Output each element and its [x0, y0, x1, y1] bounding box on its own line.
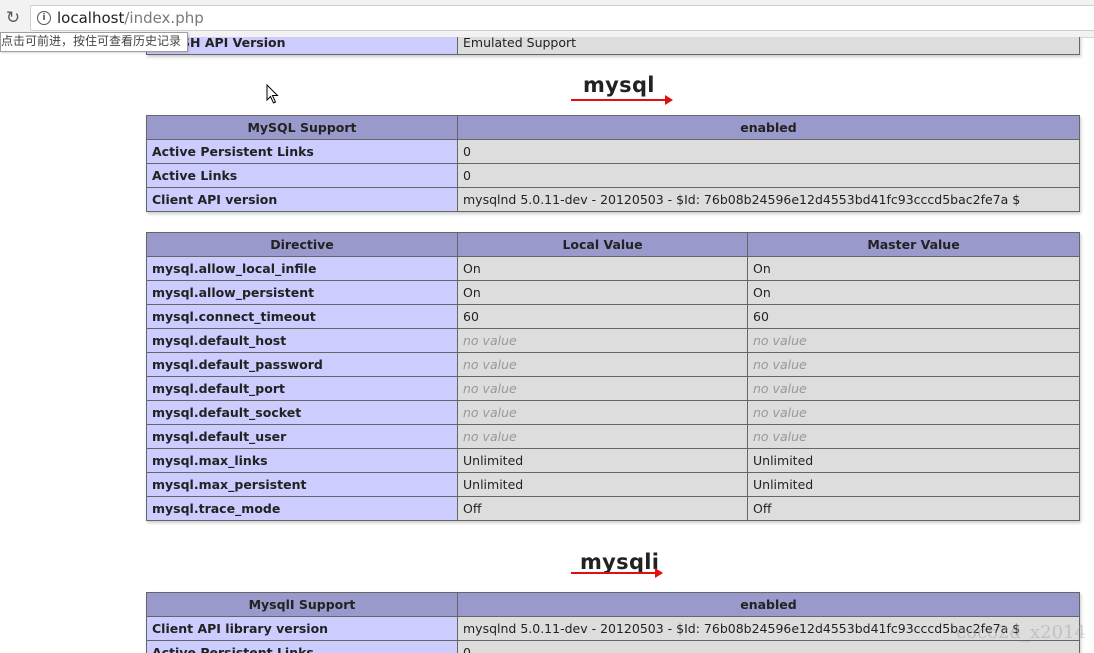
no-value-text: no value — [753, 381, 807, 396]
table-row: mysql.default_socket no value no value — [146, 400, 1080, 425]
table-row: mysql.default_password no value no value — [146, 352, 1080, 377]
table-cell-value: Emulated Support — [457, 37, 1080, 55]
table-cell-value: no value — [457, 328, 748, 353]
url-host: localhost — [57, 9, 125, 27]
no-value-text: no value — [753, 429, 807, 444]
table-cell-label: mysql.max_persistent — [146, 472, 458, 497]
reload-icon[interactable]: ↻ — [4, 9, 22, 27]
table-cell-value: On — [747, 280, 1080, 305]
table-cell-label: mysql.default_port — [146, 376, 458, 401]
no-value-text: no value — [463, 405, 517, 420]
table-header-row: MysqlI Support enabled — [146, 592, 1080, 617]
no-value-text: no value — [753, 333, 807, 348]
table-cell-value: On — [747, 256, 1080, 281]
table-row: mysql.allow_local_infile On On — [146, 256, 1080, 281]
table-cell-label: Client API version — [146, 187, 458, 212]
no-value-text: no value — [463, 333, 517, 348]
table-row: mysql.default_port no value no value — [146, 376, 1080, 401]
column-header: enabled — [457, 592, 1080, 617]
table-cell-label: Client API library version — [146, 616, 458, 641]
table-row: mysql.default_user no value no value — [146, 424, 1080, 449]
table-cell-value: Unlimited — [747, 472, 1080, 497]
table-cell-value: Unlimited — [457, 448, 748, 473]
table-row: SH API Version Emulated Support — [146, 37, 1080, 55]
url-text[interactable]: localhost/index.php — [57, 9, 204, 27]
table-cell-value: no value — [747, 400, 1080, 425]
table-cell-value: no value — [747, 376, 1080, 401]
table-cell-value: On — [457, 280, 748, 305]
table-header-row: Directive Local Value Master Value — [146, 232, 1080, 257]
table-cell-value: On — [457, 256, 748, 281]
address-bar[interactable]: i localhost/index.php — [30, 5, 1094, 31]
no-value-text: no value — [463, 429, 517, 444]
mysql-directive-table: Directive Local Value Master Value mysql.al… — [146, 232, 1080, 521]
table-cell-label: mysql.default_host — [146, 328, 458, 353]
red-arrow-annotation — [571, 95, 673, 105]
table-cell-label: Active Links — [146, 163, 458, 188]
table-cell-label: mysql.default_user — [146, 424, 458, 449]
no-value-text: no value — [753, 357, 807, 372]
table-cell-value: 0 — [457, 163, 1080, 188]
table-header-row: MySQL Support enabled — [146, 115, 1080, 140]
page-content: SH API Version Emulated Support mysql My… — [0, 37, 1094, 653]
table-cell-label: mysql.max_links — [146, 448, 458, 473]
table-cell-value: no value — [457, 352, 748, 377]
table-cell-value: no value — [457, 376, 748, 401]
red-arrow-annotation — [571, 568, 663, 578]
watermark: coco2d_x2014 — [956, 622, 1086, 643]
table-cell-value: mysqlnd 5.0.11-dev - 20120503 - $Id: 76b… — [457, 187, 1080, 212]
back-forward-tooltip: 点击可前进，按住可查看历史记录 — [0, 32, 189, 52]
table-cell-label: mysql.connect_timeout — [146, 304, 458, 329]
column-header: Local Value — [457, 232, 748, 257]
column-header: MysqlI Support — [146, 592, 458, 617]
table-cell-value: Unlimited — [457, 472, 748, 497]
table-row: mysql.max_persistent Unlimited Unlimited — [146, 472, 1080, 497]
table-cell-value: Off — [747, 496, 1080, 521]
section-heading-mysqli: mysqli — [580, 550, 660, 574]
table-row: Active Links 0 — [146, 163, 1080, 188]
table-row: Client API library version mysqlnd 5.0.11… — [146, 616, 1080, 641]
no-value-text: no value — [753, 405, 807, 420]
column-header: Directive — [146, 232, 458, 257]
table-cell-value: no value — [457, 400, 748, 425]
table-cell-value: no value — [457, 424, 748, 449]
table-row: Active Persistent Links 0 — [146, 640, 1080, 653]
mysqli-support-table: MysqlI Support enabled Client API library … — [146, 592, 1080, 653]
table-cell-value: 60 — [747, 304, 1080, 329]
section-heading-mysql: mysql — [583, 73, 655, 97]
table-row: Active Persistent Links 0 — [146, 139, 1080, 164]
table-row: mysql.trace_mode Off Off — [146, 496, 1080, 521]
mysql-support-table: MySQL Support enabled Active Persistent Li… — [146, 115, 1080, 212]
table-cell-value: Unlimited — [747, 448, 1080, 473]
mouse-cursor-icon — [266, 84, 279, 104]
pdo-table-partial: SH API Version Emulated Support — [146, 37, 1080, 55]
table-cell-value: 60 — [457, 304, 748, 329]
table-cell-label: mysql.trace_mode — [146, 496, 458, 521]
column-header: enabled — [457, 115, 1080, 140]
no-value-text: no value — [463, 357, 517, 372]
table-cell-value: no value — [747, 328, 1080, 353]
url-path: /index.php — [124, 9, 204, 27]
table-cell-label: mysql.allow_local_infile — [146, 256, 458, 281]
table-cell-label: Active Persistent Links — [146, 139, 458, 164]
table-row: Client API version mysqlnd 5.0.11-dev - 2… — [146, 187, 1080, 212]
table-cell-label: mysql.default_password — [146, 352, 458, 377]
table-row: mysql.connect_timeout 60 60 — [146, 304, 1080, 329]
table-cell-value: 0 — [457, 139, 1080, 164]
table-cell-label: SH API Version — [146, 37, 458, 55]
table-row: mysql.allow_persistent On On — [146, 280, 1080, 305]
table-cell-label: mysql.default_socket — [146, 400, 458, 425]
table-cell-value: Off — [457, 496, 748, 521]
info-icon[interactable]: i — [37, 11, 51, 25]
column-header: Master Value — [747, 232, 1080, 257]
table-cell-label: Active Persistent Links — [146, 640, 458, 653]
no-value-text: no value — [463, 381, 517, 396]
table-cell-value: no value — [747, 424, 1080, 449]
column-header: MySQL Support — [146, 115, 458, 140]
table-cell-value: no value — [747, 352, 1080, 377]
table-row: mysql.max_links Unlimited Unlimited — [146, 448, 1080, 473]
table-cell-label: mysql.allow_persistent — [146, 280, 458, 305]
table-row: mysql.default_host no value no value — [146, 328, 1080, 353]
